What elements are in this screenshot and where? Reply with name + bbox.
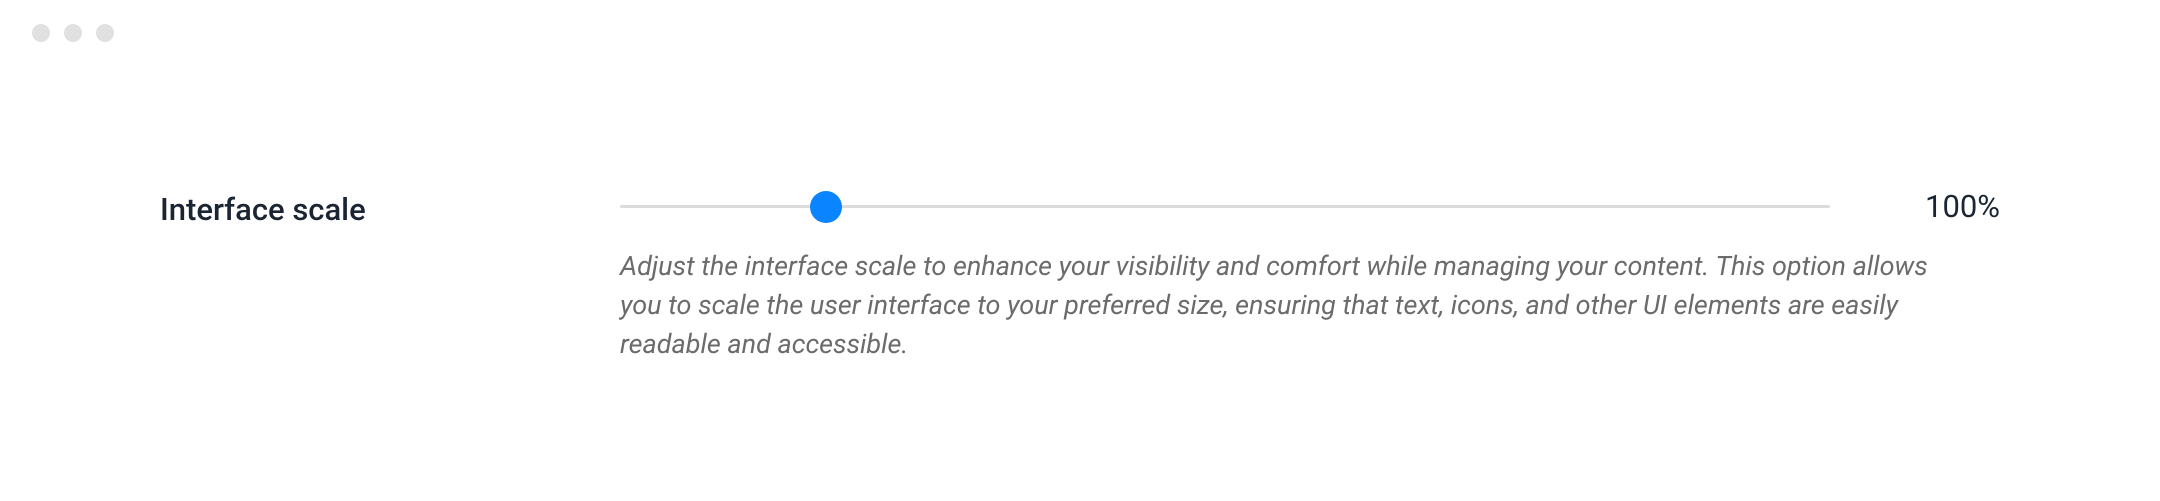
- setting-control: 100% Adjust the interface scale to enhan…: [620, 188, 2000, 364]
- interface-scale-slider[interactable]: [620, 191, 1830, 223]
- slider-value: 100%: [1890, 188, 2000, 225]
- slider-track: [620, 205, 1830, 208]
- window-control-minimize[interactable]: [64, 24, 82, 42]
- setting-description: Adjust the interface scale to enhance yo…: [620, 247, 1940, 364]
- slider-thumb[interactable]: [810, 191, 842, 223]
- window-control-close[interactable]: [32, 24, 50, 42]
- setting-label: Interface scale: [160, 188, 620, 228]
- window-control-maximize[interactable]: [96, 24, 114, 42]
- interface-scale-setting: Interface scale 100% Adjust the interfac…: [160, 188, 2000, 364]
- window-controls: [32, 24, 114, 42]
- slider-row: 100%: [620, 188, 2000, 225]
